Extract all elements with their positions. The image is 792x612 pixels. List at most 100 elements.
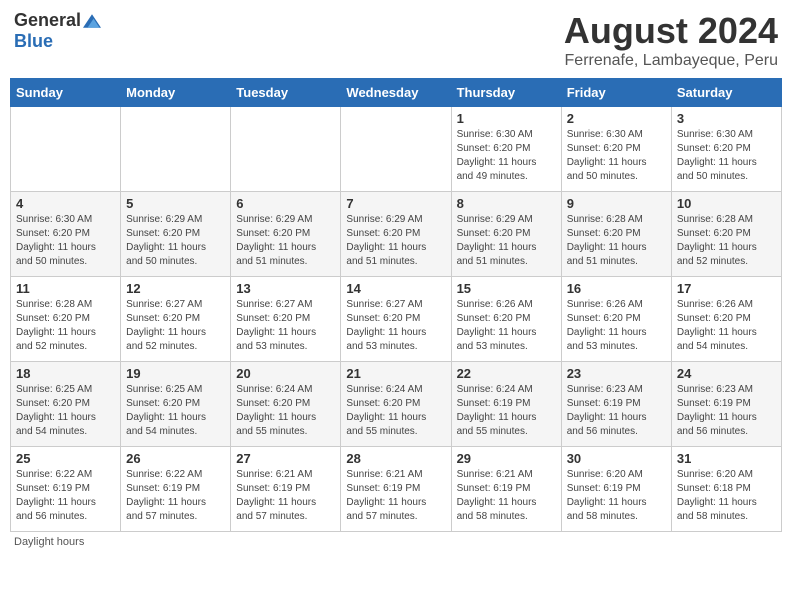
day-number: 13 <box>236 281 335 296</box>
day-info: Sunrise: 6:24 AMSunset: 6:20 PMDaylight:… <box>236 383 335 439</box>
calendar-cell: 15Sunrise: 6:26 AMSunset: 6:20 PMDayligh… <box>451 277 561 362</box>
calendar-cell: 21Sunrise: 6:24 AMSunset: 6:20 PMDayligh… <box>341 362 451 447</box>
calendar-cell: 5 Sunrise: 6:29 AMSunset: 6:20 PMDaylight… <box>121 192 231 277</box>
day-number: 1 <box>457 111 556 126</box>
day-info: Sunrise: 6:24 AMSunset: 6:19 PMDaylight:… <box>457 383 556 439</box>
calendar-cell: 22 Sunrise: 6:24 AMSunset: 6:19 PMDayligh… <box>451 362 561 447</box>
day-info: Sunrise: 6:20 AMSunset: 6:19 PMDaylight:… <box>567 468 666 524</box>
logo-general-text: General <box>14 10 81 31</box>
calendar-cell: 4 Sunrise: 6:30 AMSunset: 6:20 PMDaylight… <box>11 192 121 277</box>
calendar-cell: 17 Sunrise: 6:26 AMSunset: 6:20 PMDayligh… <box>671 277 781 362</box>
day-info: Sunrise: 6:28 AMSunset: 6:20 PMDaylight:… <box>16 298 115 354</box>
day-info: Sunrise: 6:30 AMSunset: 6:20 PMDaylight:… <box>567 128 666 184</box>
day-number: 31 <box>677 451 776 466</box>
day-info: Sunrise: 6:20 AMSunset: 6:18 PMDaylight:… <box>677 468 776 524</box>
logo: General Blue <box>14 10 101 52</box>
calendar-week-row: 1 Sunrise: 6:30 AMSunset: 6:20 PMDaylight… <box>11 107 782 192</box>
day-info: Sunrise: 6:25 AMSunset: 6:20 PMDaylight:… <box>16 383 115 439</box>
day-number: 7 <box>346 196 445 211</box>
day-number: 11 <box>16 281 115 296</box>
day-info: Sunrise: 6:26 AMSunset: 6:20 PMDaylight:… <box>677 298 776 354</box>
day-info: Sunrise: 6:28 AMSunset: 6:20 PMDaylight:… <box>677 213 776 269</box>
calendar-cell: 31 Sunrise: 6:20 AMSunset: 6:18 PMDayligh… <box>671 447 781 532</box>
day-info: Sunrise: 6:21 AMSunset: 6:19 PMDaylight:… <box>236 468 335 524</box>
day-number: 23 <box>567 366 666 381</box>
calendar-cell: 13 Sunrise: 6:27 AMSunset: 6:20 PMDayligh… <box>231 277 341 362</box>
day-number: 28 <box>346 451 445 466</box>
calendar-cell <box>341 107 451 192</box>
day-number: 19 <box>126 366 225 381</box>
calendar-cell: 12 Sunrise: 6:27 AMSunset: 6:20 PMDayligh… <box>121 277 231 362</box>
day-info: Sunrise: 6:27 AMSunset: 6:20 PMDaylight:… <box>236 298 335 354</box>
day-number: 27 <box>236 451 335 466</box>
day-info: Sunrise: 6:30 AMSunset: 6:20 PMDaylight:… <box>457 128 556 184</box>
location-title: Ferrenafe, Lambayeque, Peru <box>564 52 778 70</box>
day-number: 10 <box>677 196 776 211</box>
calendar-cell <box>121 107 231 192</box>
day-header-wednesday: Wednesday <box>341 79 451 107</box>
day-number: 24 <box>677 366 776 381</box>
day-info: Sunrise: 6:29 AMSunset: 6:20 PMDaylight:… <box>457 213 556 269</box>
calendar-cell: 16Sunrise: 6:26 AMSunset: 6:20 PMDayligh… <box>561 277 671 362</box>
calendar-cell <box>231 107 341 192</box>
calendar-cell: 11 Sunrise: 6:28 AMSunset: 6:20 PMDayligh… <box>11 277 121 362</box>
day-info: Sunrise: 6:26 AMSunset: 6:20 PMDaylight:… <box>567 298 666 354</box>
calendar-cell: 14Sunrise: 6:27 AMSunset: 6:20 PMDayligh… <box>341 277 451 362</box>
day-info: Sunrise: 6:22 AMSunset: 6:19 PMDaylight:… <box>126 468 225 524</box>
day-number: 29 <box>457 451 556 466</box>
day-header-saturday: Saturday <box>671 79 781 107</box>
calendar-cell: 6Sunrise: 6:29 AMSunset: 6:20 PMDaylight… <box>231 192 341 277</box>
day-number: 14 <box>346 281 445 296</box>
day-number: 25 <box>16 451 115 466</box>
day-info: Sunrise: 6:22 AMSunset: 6:19 PMDaylight:… <box>16 468 115 524</box>
calendar-cell: 27 Sunrise: 6:21 AMSunset: 6:19 PMDayligh… <box>231 447 341 532</box>
day-info: Sunrise: 6:28 AMSunset: 6:20 PMDaylight:… <box>567 213 666 269</box>
day-info: Sunrise: 6:23 AMSunset: 6:19 PMDaylight:… <box>677 383 776 439</box>
day-number: 12 <box>126 281 225 296</box>
calendar-cell: 23 Sunrise: 6:23 AMSunset: 6:19 PMDayligh… <box>561 362 671 447</box>
day-info: Sunrise: 6:23 AMSunset: 6:19 PMDaylight:… <box>567 383 666 439</box>
day-header-monday: Monday <box>121 79 231 107</box>
day-number: 17 <box>677 281 776 296</box>
day-info: Sunrise: 6:29 AMSunset: 6:20 PMDaylight:… <box>346 213 445 269</box>
day-number: 15 <box>457 281 556 296</box>
calendar-cell: 25 Sunrise: 6:22 AMSunset: 6:19 PMDayligh… <box>11 447 121 532</box>
logo-blue-text: Blue <box>14 31 53 52</box>
day-number: 4 <box>16 196 115 211</box>
day-number: 18 <box>16 366 115 381</box>
day-header-friday: Friday <box>561 79 671 107</box>
calendar-cell: 29 Sunrise: 6:21 AMSunset: 6:19 PMDayligh… <box>451 447 561 532</box>
day-info: Sunrise: 6:25 AMSunset: 6:20 PMDaylight:… <box>126 383 225 439</box>
day-number: 22 <box>457 366 556 381</box>
day-header-sunday: Sunday <box>11 79 121 107</box>
calendar-cell: 7 Sunrise: 6:29 AMSunset: 6:20 PMDaylight… <box>341 192 451 277</box>
calendar-cell: 20 Sunrise: 6:24 AMSunset: 6:20 PMDayligh… <box>231 362 341 447</box>
day-number: 3 <box>677 111 776 126</box>
title-area: August 2024 Ferrenafe, Lambayeque, Peru <box>564 10 778 70</box>
calendar-cell: 30 Sunrise: 6:20 AMSunset: 6:19 PMDayligh… <box>561 447 671 532</box>
calendar-cell: 1 Sunrise: 6:30 AMSunset: 6:20 PMDaylight… <box>451 107 561 192</box>
day-number: 8 <box>457 196 556 211</box>
calendar-cell: 19 Sunrise: 6:25 AMSunset: 6:20 PMDayligh… <box>121 362 231 447</box>
day-info: Sunrise: 6:24 AMSunset: 6:20 PMDaylight:… <box>346 383 445 439</box>
day-info: Sunrise: 6:27 AMSunset: 6:20 PMDaylight:… <box>126 298 225 354</box>
day-header-tuesday: Tuesday <box>231 79 341 107</box>
day-info: Sunrise: 6:29 AMSunset: 6:20 PMDaylight:… <box>126 213 225 269</box>
month-title: August 2024 <box>564 10 778 52</box>
calendar-table: SundayMondayTuesdayWednesdayThursdayFrid… <box>10 78 782 532</box>
calendar-cell: 10 Sunrise: 6:28 AMSunset: 6:20 PMDayligh… <box>671 192 781 277</box>
day-number: 30 <box>567 451 666 466</box>
calendar-cell: 18 Sunrise: 6:25 AMSunset: 6:20 PMDayligh… <box>11 362 121 447</box>
day-number: 20 <box>236 366 335 381</box>
day-info: Sunrise: 6:29 AMSunset: 6:20 PMDaylight:… <box>236 213 335 269</box>
day-number: 5 <box>126 196 225 211</box>
day-number: 2 <box>567 111 666 126</box>
day-header-thursday: Thursday <box>451 79 561 107</box>
day-info: Sunrise: 6:30 AMSunset: 6:20 PMDaylight:… <box>16 213 115 269</box>
calendar-cell: 2 Sunrise: 6:30 AMSunset: 6:20 PMDaylight… <box>561 107 671 192</box>
calendar-cell: 9Sunrise: 6:28 AMSunset: 6:20 PMDaylight… <box>561 192 671 277</box>
day-number: 26 <box>126 451 225 466</box>
day-info: Sunrise: 6:21 AMSunset: 6:19 PMDaylight:… <box>457 468 556 524</box>
day-info: Sunrise: 6:30 AMSunset: 6:20 PMDaylight:… <box>677 128 776 184</box>
calendar-week-row: 4 Sunrise: 6:30 AMSunset: 6:20 PMDaylight… <box>11 192 782 277</box>
